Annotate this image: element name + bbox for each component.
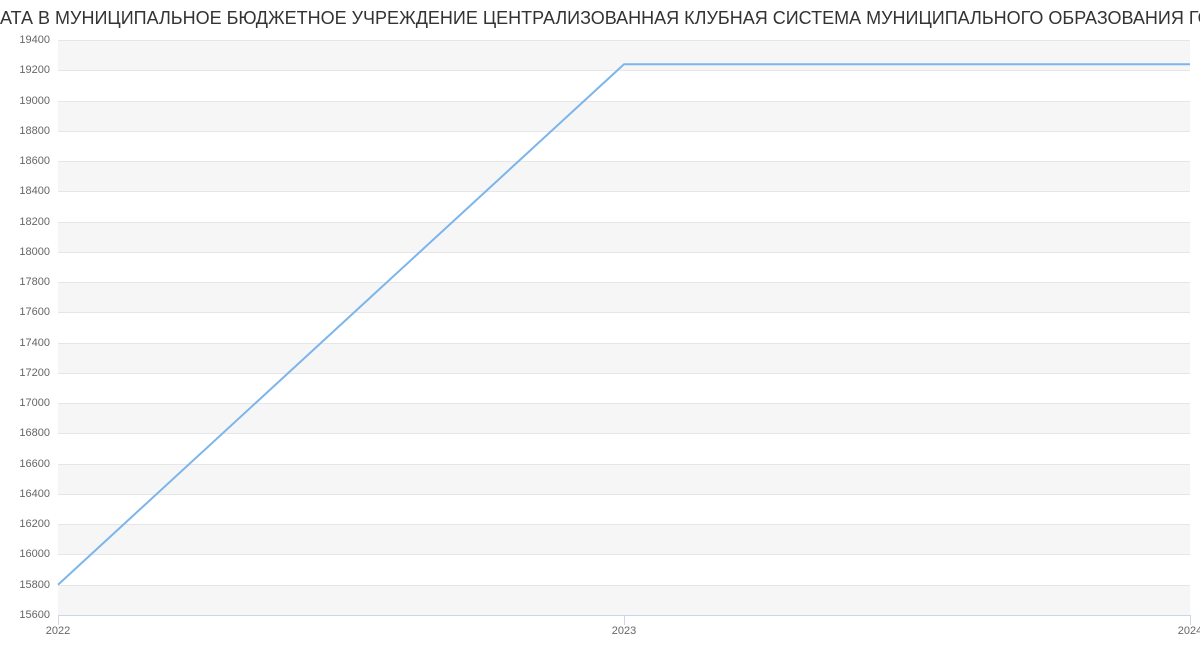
y-tick-label: 16200: [19, 518, 50, 530]
x-tick-label: 2024: [1178, 625, 1200, 637]
y-tick-label: 17800: [19, 276, 50, 288]
x-tick-label: 2022: [46, 625, 70, 637]
y-tick-label: 16600: [19, 458, 50, 470]
y-tick-label: 15600: [19, 609, 50, 621]
x-tick-mark: [58, 615, 59, 625]
y-tick-label: 18400: [19, 185, 50, 197]
y-tick-label: 19200: [19, 64, 50, 76]
x-tick-mark: [624, 615, 625, 625]
y-tick-label: 18600: [19, 155, 50, 167]
y-tick-label: 19000: [19, 95, 50, 107]
y-tick-label: 18800: [19, 125, 50, 137]
y-tick-label: 18000: [19, 246, 50, 258]
y-tick-label: 18200: [19, 216, 50, 228]
y-tick-label: 15800: [19, 579, 50, 591]
y-tick-label: 16400: [19, 488, 50, 500]
chart-title: АТА В МУНИЦИПАЛЬНОЕ БЮДЖЕТНОЕ УЧРЕЖДЕНИЕ…: [0, 8, 1200, 29]
y-tick-label: 16000: [19, 548, 50, 560]
y-tick-label: 19400: [19, 34, 50, 46]
y-tick-label: 17000: [19, 397, 50, 409]
plot-area: 1560015800160001620016400166001680017000…: [58, 40, 1190, 615]
y-tick-label: 17600: [19, 306, 50, 318]
y-tick-label: 16800: [19, 427, 50, 439]
series-layer: [58, 40, 1190, 615]
chart-container: АТА В МУНИЦИПАЛЬНОЕ БЮДЖЕТНОЕ УЧРЕЖДЕНИЕ…: [0, 0, 1200, 650]
y-tick-label: 17400: [19, 337, 50, 349]
data-line: [58, 64, 1190, 585]
x-tick-mark: [1190, 615, 1191, 625]
x-tick-label: 2023: [612, 625, 636, 637]
y-tick-label: 17200: [19, 367, 50, 379]
